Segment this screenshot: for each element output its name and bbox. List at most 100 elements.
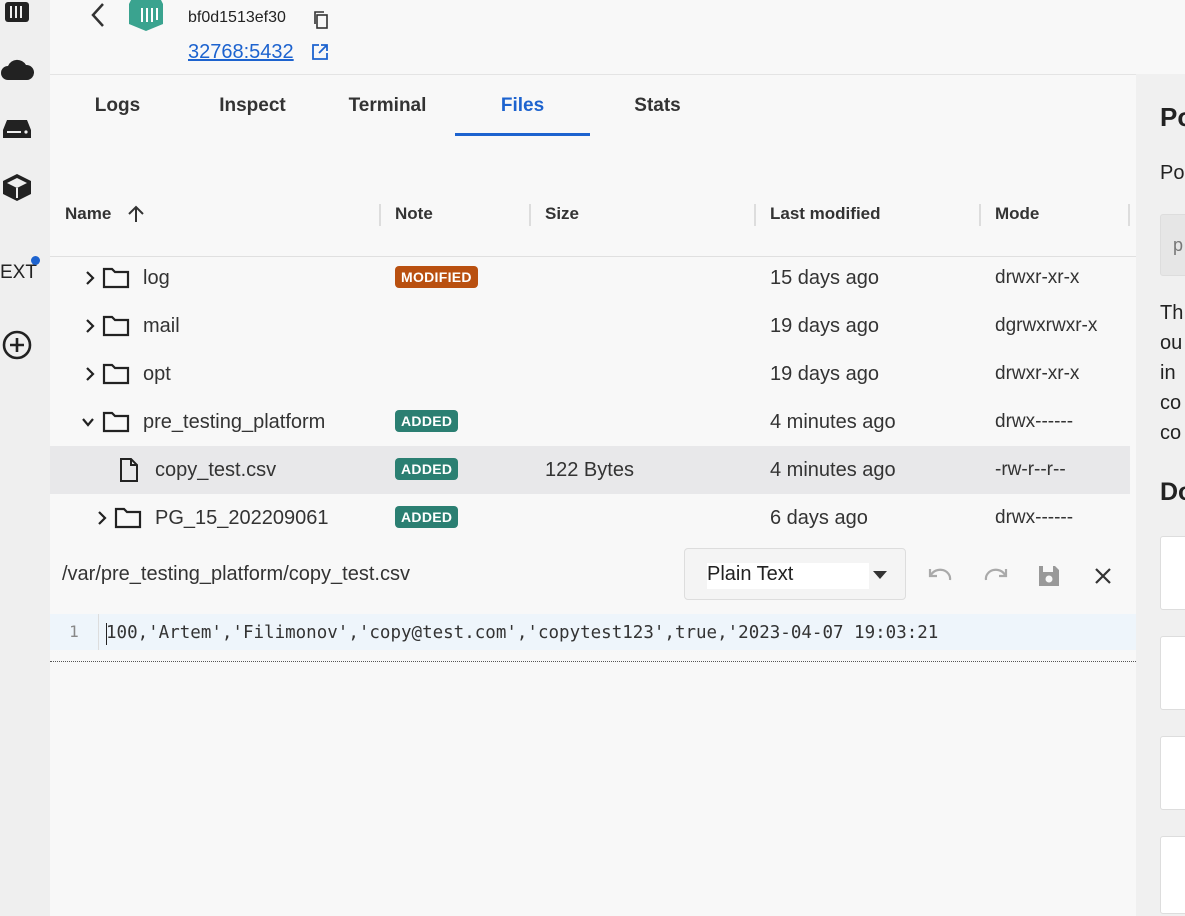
tab-stats[interactable]: Stats — [590, 88, 725, 136]
container-id: bf0d1513ef30 — [188, 9, 286, 26]
panel-card[interactable] — [1160, 636, 1185, 710]
table-row[interactable]: log MODIFIED 15 days ago drwxr-xr-x — [50, 254, 1130, 302]
panel-input-text: p — [1173, 235, 1184, 255]
volumes-icon[interactable] — [0, 114, 34, 144]
chevron-right-icon[interactable] — [94, 508, 110, 528]
status-badge: ADDED — [395, 410, 459, 432]
chevron-down-icon[interactable] — [80, 412, 96, 432]
panel-card[interactable] — [1160, 836, 1185, 914]
containers-icon[interactable] — [0, 0, 34, 30]
notification-dot — [31, 256, 40, 265]
file-name: PG_15_202209061 — [155, 507, 329, 529]
redo-button[interactable] — [980, 561, 1010, 591]
panel-card[interactable] — [1160, 536, 1185, 610]
file-size: 122 Bytes — [545, 459, 634, 481]
tab-inspect[interactable]: Inspect — [185, 88, 320, 136]
file-icon — [120, 458, 138, 482]
status-badge: ADDED — [395, 506, 459, 528]
panel-desc-line: Th — [1160, 302, 1184, 324]
external-link-icon[interactable] — [311, 43, 329, 61]
close-button[interactable] — [1088, 561, 1118, 591]
line-number: 1 — [50, 614, 99, 650]
file-name: log — [143, 267, 170, 289]
folder-icon — [114, 507, 142, 529]
left-rail: EXT — [0, 0, 50, 916]
file-mode: drwx------ — [995, 507, 1074, 528]
last-modified: 19 days ago — [770, 363, 879, 385]
save-icon — [1039, 566, 1059, 586]
file-mode: dgrwxrwxr-x — [995, 315, 1098, 336]
panel-input[interactable]: p — [1160, 214, 1185, 276]
status-badge: ADDED — [395, 458, 459, 480]
code-line-text[interactable]: 100,'Artem','Filimonov','copy@test.com',… — [106, 614, 938, 650]
container-icon — [127, 0, 165, 32]
panel-desc-line: in — [1160, 362, 1176, 384]
file-mode: drwx------ — [995, 411, 1074, 432]
extensions-label[interactable]: EXT — [0, 262, 37, 284]
table-row[interactable]: opt 19 days ago drwxr-xr-x — [50, 350, 1130, 398]
language-value: Plain Text — [707, 563, 794, 585]
column-last-modified[interactable]: Last modified — [770, 204, 881, 224]
file-mode: -rw-r--r-- — [995, 459, 1066, 480]
dropdown-arrow-icon — [873, 571, 887, 579]
tab-logs[interactable]: Logs — [50, 88, 185, 136]
close-icon — [1095, 568, 1111, 584]
last-modified: 6 days ago — [770, 507, 868, 529]
copy-icon[interactable] — [313, 11, 329, 29]
folder-icon — [102, 363, 130, 385]
column-name[interactable]: Name — [65, 204, 111, 224]
language-select[interactable]: Plain Text — [684, 548, 906, 600]
tab-files[interactable]: Files — [455, 88, 590, 136]
extensions-cube-icon[interactable] — [0, 172, 34, 202]
table-row[interactable]: pre_testing_platform ADDED 4 minutes ago… — [50, 398, 1130, 446]
back-button[interactable] — [86, 0, 110, 30]
chevron-right-icon[interactable] — [82, 268, 98, 288]
editor-divider — [50, 661, 1136, 662]
panel-title: Po — [1160, 102, 1185, 132]
cloud-icon[interactable] — [0, 54, 34, 84]
column-resizer[interactable] — [1128, 204, 1130, 226]
undo-icon — [928, 568, 952, 581]
right-side-panel: Po Po p Th ou in co co Do — [1136, 74, 1185, 916]
table-row[interactable]: mail 19 days ago dgrwxrwxr-x — [50, 302, 1130, 350]
column-size[interactable]: Size — [545, 204, 579, 224]
file-name: copy_test.csv — [155, 459, 277, 481]
port-link[interactable]: 32768:5432 — [188, 41, 294, 64]
column-resizer[interactable] — [379, 204, 381, 226]
chevron-left-icon — [91, 3, 104, 27]
sort-ascending-icon[interactable] — [126, 204, 146, 224]
add-extension-icon[interactable] — [0, 330, 34, 360]
tab-terminal[interactable]: Terminal — [320, 88, 455, 136]
files-table-header: Name Note Size Last modified Mode — [50, 190, 1136, 257]
panel-desc-line: co — [1160, 392, 1182, 414]
chevron-right-icon[interactable] — [82, 364, 98, 384]
table-row-selected[interactable]: copy_test.csv ADDED 122 Bytes 4 minutes … — [50, 446, 1130, 494]
save-button[interactable] — [1034, 561, 1064, 591]
code-editor-line[interactable]: 1 100,'Artem','Filimonov','copy@test.com… — [50, 614, 1136, 650]
column-resizer[interactable] — [529, 204, 531, 226]
undo-button[interactable] — [926, 561, 956, 591]
folder-open-icon — [102, 411, 130, 433]
column-resizer[interactable] — [754, 204, 756, 226]
last-modified: 19 days ago — [770, 315, 879, 337]
redo-icon — [984, 568, 1008, 581]
file-mode: drwxr-xr-x — [995, 267, 1080, 288]
panel-card[interactable] — [1160, 736, 1185, 810]
panel-section-title: Do — [1160, 478, 1185, 506]
last-modified: 4 minutes ago — [770, 459, 896, 481]
table-row[interactable]: PG_15_202209061 ADDED 6 days ago drwx---… — [50, 494, 1130, 537]
file-path: /var/pre_testing_platform/copy_test.csv — [62, 563, 410, 585]
file-name: pre_testing_platform — [143, 411, 326, 433]
panel-label: Po — [1160, 162, 1185, 184]
panel-desc-line: co — [1160, 422, 1182, 444]
column-mode[interactable]: Mode — [995, 204, 1039, 224]
text-cursor — [106, 623, 107, 645]
file-name: mail — [143, 315, 180, 337]
column-resizer[interactable] — [979, 204, 981, 226]
folder-icon — [102, 315, 130, 337]
file-mode: drwxr-xr-x — [995, 363, 1080, 384]
panel-desc-line: ou — [1160, 332, 1183, 354]
status-badge: MODIFIED — [395, 266, 478, 288]
column-note[interactable]: Note — [395, 204, 433, 224]
chevron-right-icon[interactable] — [82, 316, 98, 336]
